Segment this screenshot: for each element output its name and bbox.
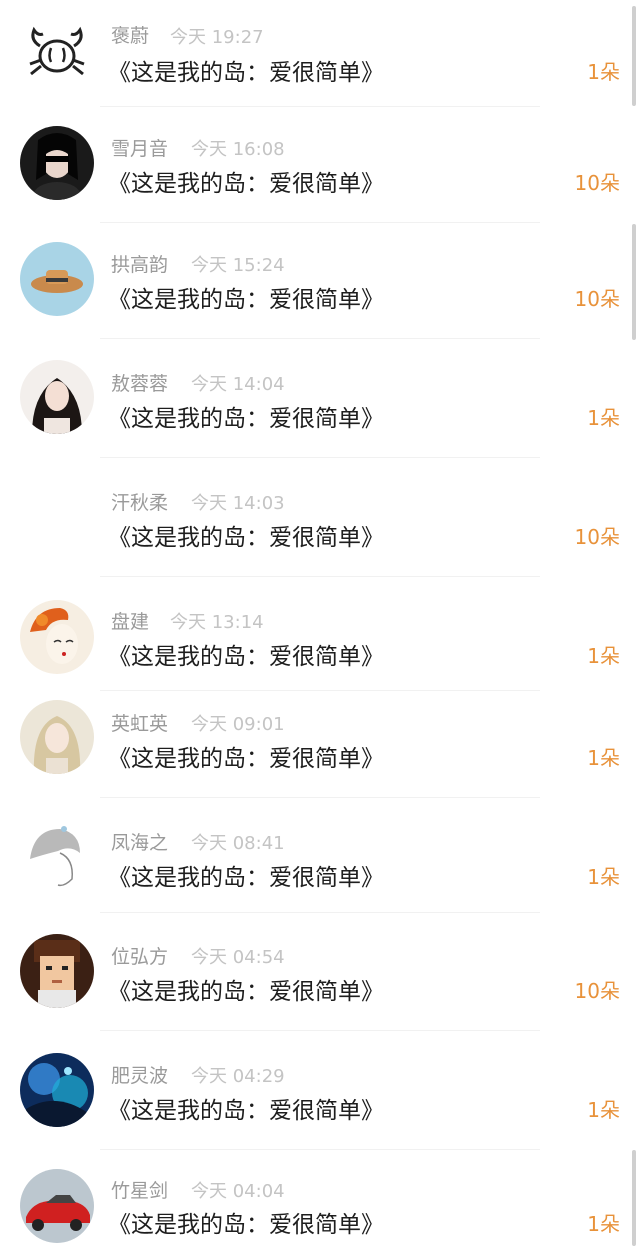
- send-time: 今天 13:14: [170, 612, 264, 633]
- avatar-icon[interactable]: [20, 126, 94, 200]
- divider: [100, 1030, 540, 1031]
- sender-name: 位弘方: [111, 946, 169, 968]
- send-time: 今天 14:03: [191, 493, 285, 514]
- flower-count: 1朵: [587, 1212, 620, 1236]
- flower-count: 1朵: [587, 1098, 620, 1122]
- sender-name: 汗秋柔: [111, 492, 169, 514]
- gift-title: 《这是我的岛：爱很简单》: [108, 60, 384, 86]
- gift-title: 《这是我的岛：爱很简单》: [108, 644, 384, 670]
- gift-title: 《这是我的岛：爱很简单》: [108, 171, 384, 197]
- avatar-icon[interactable]: [20, 819, 94, 893]
- avatar-icon[interactable]: [20, 1053, 94, 1127]
- avatar-icon[interactable]: [20, 600, 94, 674]
- gift-title: 《这是我的岛：爱很简单》: [108, 746, 384, 772]
- send-time: 今天 04:04: [191, 1181, 285, 1202]
- scrollbar[interactable]: [632, 224, 636, 340]
- divider: [100, 338, 540, 339]
- gift-title: 《这是我的岛：爱很简单》: [108, 865, 384, 891]
- scrollbar[interactable]: [632, 6, 636, 106]
- flower-count: 1朵: [587, 746, 620, 770]
- flower-count: 1朵: [587, 644, 620, 668]
- divider: [100, 576, 540, 577]
- flower-count: 1朵: [587, 865, 620, 889]
- avatar-icon[interactable]: [20, 1169, 94, 1243]
- sender-name: 敖蓉蓉: [111, 373, 169, 395]
- divider: [100, 797, 540, 798]
- avatar-icon[interactable]: [20, 360, 94, 434]
- send-time: 今天 08:41: [191, 833, 285, 854]
- flower-count: 10朵: [574, 287, 620, 311]
- gift-title: 《这是我的岛：爱很简单》: [108, 525, 384, 551]
- flower-count: 10朵: [574, 171, 620, 195]
- flower-count: 10朵: [574, 979, 620, 1003]
- send-time: 今天 04:29: [191, 1066, 285, 1087]
- sender-name: 雪月音: [111, 138, 169, 160]
- flower-count: 1朵: [587, 60, 620, 84]
- gift-title: 《这是我的岛：爱很简单》: [108, 1098, 384, 1124]
- divider: [100, 912, 540, 913]
- gift-title: 《这是我的岛：爱很简单》: [108, 287, 384, 313]
- sender-name: 拱高韵: [111, 254, 169, 276]
- sender-name: 盘建: [111, 611, 150, 633]
- sender-name: 凤海之: [111, 832, 169, 854]
- send-time: 今天 16:08: [191, 139, 285, 160]
- divider: [100, 106, 540, 107]
- avatar-crab-icon[interactable]: [20, 16, 94, 90]
- divider: [100, 457, 540, 458]
- divider: [100, 1149, 540, 1150]
- scrollbar[interactable]: [632, 1150, 636, 1246]
- sender-name: 竹星剑: [111, 1180, 169, 1202]
- gift-title: 《这是我的岛：爱很简单》: [108, 406, 384, 432]
- sender-name: 英虹英: [111, 713, 169, 735]
- gift-title: 《这是我的岛：爱很简单》: [108, 1212, 384, 1238]
- send-time: 今天 15:24: [191, 255, 285, 276]
- send-time: 今天 14:04: [191, 374, 285, 395]
- sender-name: 褒蔚: [111, 25, 150, 47]
- avatar-icon[interactable]: [20, 700, 94, 774]
- divider: [100, 690, 540, 691]
- flower-count: 1朵: [587, 406, 620, 430]
- sender-name: 肥灵波: [111, 1065, 169, 1087]
- avatar-icon[interactable]: [20, 242, 94, 316]
- avatar-icon[interactable]: [20, 934, 94, 1008]
- send-time: 今天 04:54: [191, 947, 285, 968]
- flower-count: 10朵: [574, 525, 620, 549]
- send-time: 今天 09:01: [191, 714, 285, 735]
- send-time: 今天 19:27: [170, 27, 264, 48]
- gift-title: 《这是我的岛：爱很简单》: [108, 979, 384, 1005]
- divider: [100, 222, 540, 223]
